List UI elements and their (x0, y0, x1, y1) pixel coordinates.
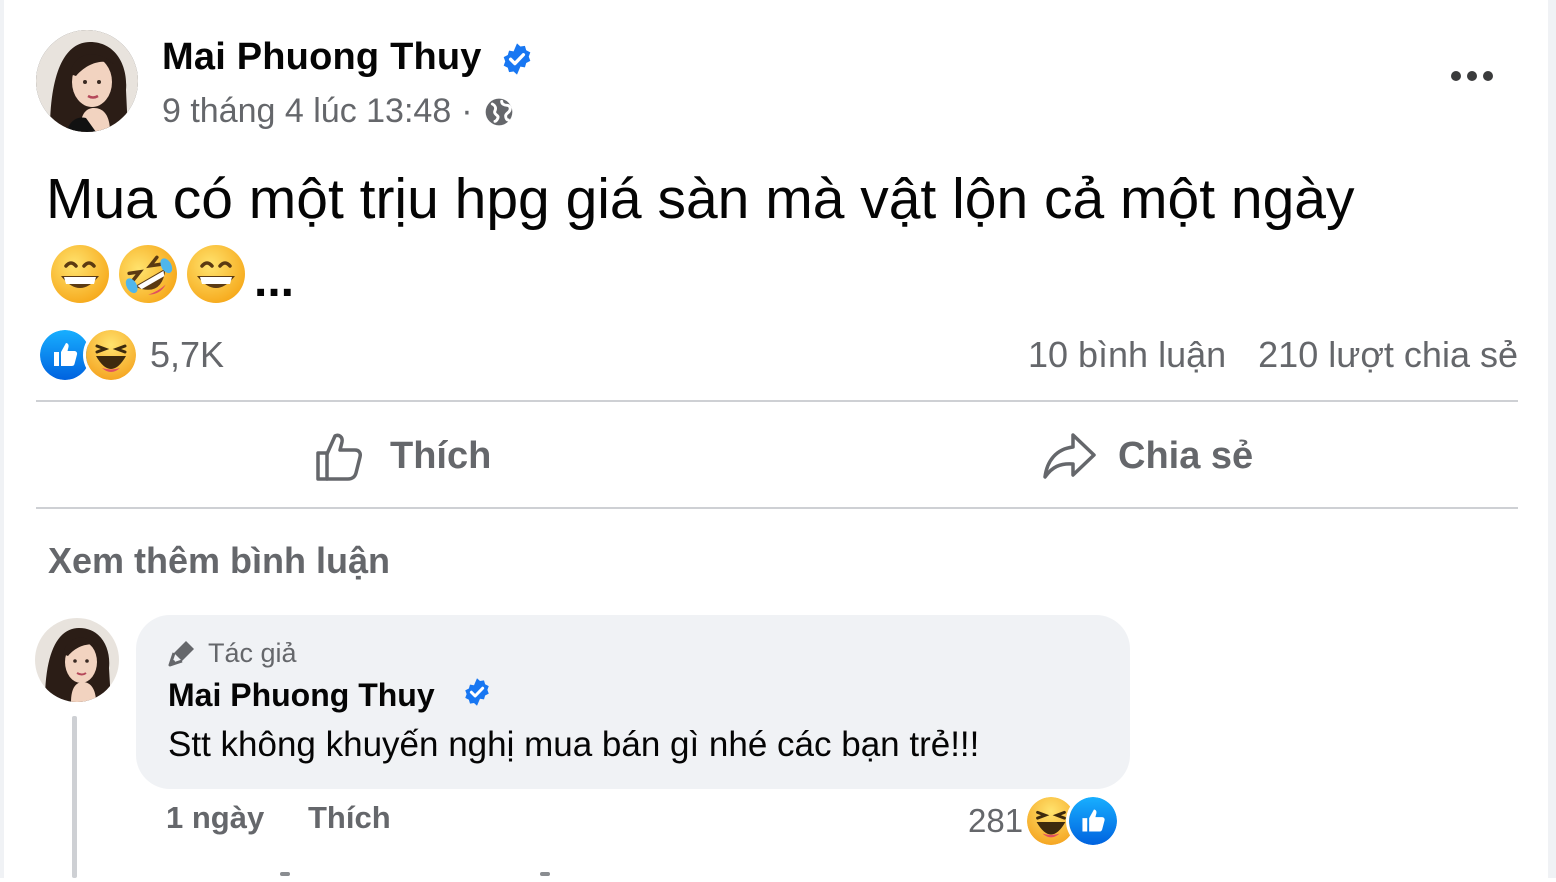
globe-icon (485, 98, 512, 125)
more-dot (1483, 71, 1493, 81)
grinning-face-icon (51, 245, 109, 303)
author-avatar[interactable] (36, 30, 138, 132)
divider (36, 400, 1518, 402)
meta-separator: · (461, 92, 473, 130)
share-count[interactable]: 210 lượt chia sẻ (1258, 334, 1518, 376)
comment-timestamp[interactable]: 1 ngày (166, 800, 264, 836)
comment-bubble: Tác giả Mai Phuong Thuy Stt không khuyến… (136, 615, 1130, 789)
more-options-icon[interactable] (1444, 58, 1500, 94)
comment-count[interactable]: 10 bình luận (1028, 334, 1226, 376)
text-ellipsis: ... (254, 254, 295, 307)
post-emoji-row: ... (48, 242, 294, 306)
share-button[interactable]: Chia sẻ (1040, 424, 1253, 488)
share-arrow-icon (1043, 433, 1096, 479)
facebook-post-card: Mai Phuong Thuy 9 tháng 4 lúc 13:48 · Mu… (0, 0, 1556, 878)
cut-glyph (280, 872, 290, 876)
post-text: Mua có một trịu hpg giá sàn mà vật lộn c… (46, 167, 1355, 231)
comment-text: Stt không khuyến nghị mua bán gì nhé các… (168, 725, 980, 764)
comment-reaction-count: 281 (968, 802, 1024, 839)
page-edge-right (1548, 0, 1556, 878)
divider (36, 507, 1518, 509)
post-meta: 9 tháng 4 lúc 13:48 · (162, 92, 515, 131)
avatar-photo-icon (35, 618, 119, 702)
author-badge-label: Tác giả (208, 637, 297, 668)
cut-glyph (540, 872, 550, 876)
page-edge-left (0, 0, 4, 878)
commenter-avatar[interactable] (35, 618, 119, 702)
haha-reaction-icon (1027, 797, 1076, 845)
rolling-laughing-icon (119, 245, 177, 303)
verified-badge-icon (465, 678, 489, 706)
post-stats: 10 bình luận 210 lượt chia sẻ (1028, 334, 1518, 376)
next-reply-cut-off (166, 862, 586, 882)
comment-reaction-summary[interactable]: 281 (968, 796, 1118, 846)
see-more-comments-link[interactable]: Xem thêm bình luận (48, 540, 390, 582)
haha-reaction-icon (86, 330, 136, 380)
author-badge: Tác giả (166, 637, 297, 669)
avatar-photo-icon (36, 30, 138, 132)
grinning-face-icon (187, 245, 245, 303)
like-label: Thích (390, 434, 492, 477)
more-dot (1467, 71, 1477, 81)
comment-author-name[interactable]: Mai Phuong Thuy (168, 677, 435, 714)
verified-badge-icon (503, 43, 531, 75)
like-reaction-icon (40, 330, 90, 380)
more-dot (1451, 71, 1461, 81)
thumbs-up-icon (316, 433, 362, 481)
share-label: Chia sẻ (1118, 434, 1254, 477)
post-timestamp[interactable]: 9 tháng 4 lúc 13:48 (162, 92, 451, 131)
reaction-count[interactable]: 5,7K (150, 334, 224, 376)
reaction-summary[interactable]: 5,7K (40, 330, 224, 380)
like-button[interactable]: Thích (312, 424, 491, 488)
post-author-name[interactable]: Mai Phuong Thuy (162, 36, 482, 79)
comment-like-button[interactable]: Thích (308, 800, 391, 836)
microphone-pen-icon (168, 641, 194, 667)
reply-thread-line (72, 716, 77, 878)
like-reaction-icon (1069, 797, 1118, 845)
